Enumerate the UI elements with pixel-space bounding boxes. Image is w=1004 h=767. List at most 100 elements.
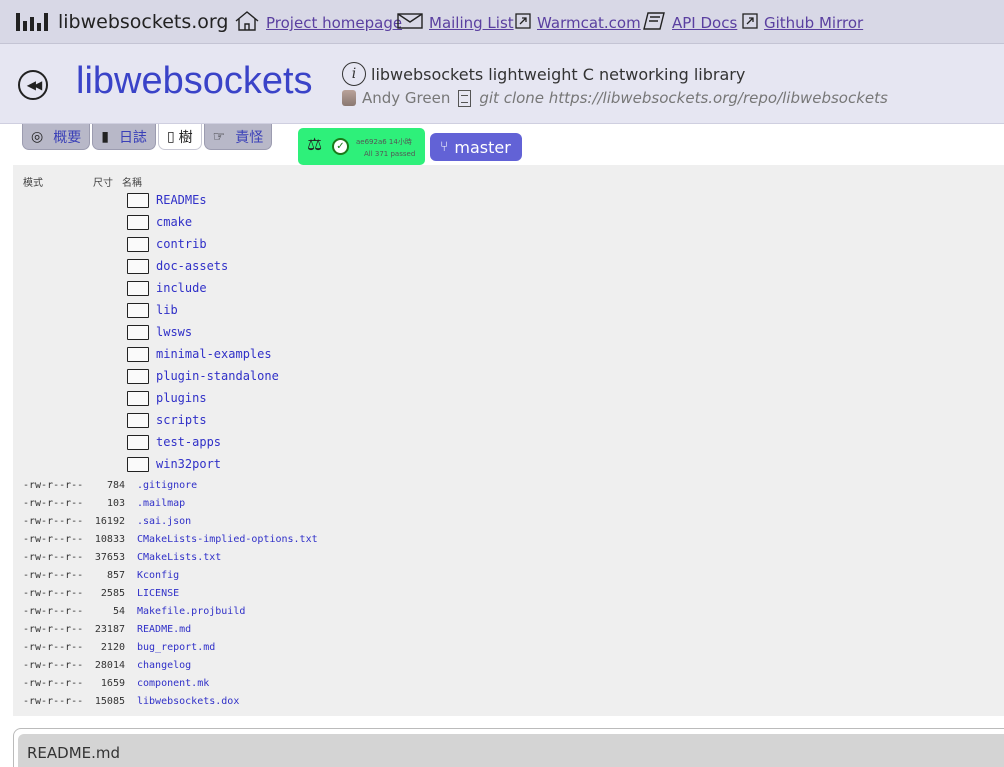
- repo-meta-row: Andy Green git clone https://libwebsocke…: [342, 89, 888, 107]
- column-header-size: 尺寸: [93, 178, 113, 189]
- folder-icon: [127, 368, 149, 384]
- dir-row[interactable]: scripts: [127, 409, 207, 431]
- home-icon: [234, 11, 260, 35]
- file-row: -rw-r--r-- 2120 bug_report.md: [23, 638, 215, 656]
- dir-row[interactable]: win32port: [127, 453, 221, 475]
- file-name[interactable]: component.mk: [137, 678, 209, 689]
- file-row: -rw-r--r-- 15085 libwebsockets.dox: [23, 692, 239, 710]
- dir-row[interactable]: lib: [127, 299, 178, 321]
- file-size: 15085: [94, 695, 125, 707]
- file-row: -rw-r--r-- 28014 changelog: [23, 656, 191, 674]
- column-header-name: 名稱: [122, 178, 142, 189]
- branch-name: master: [454, 137, 511, 157]
- file-size: 857: [106, 569, 125, 581]
- file-mode: -rw-r--r--: [23, 533, 84, 545]
- repo-title[interactable]: libwebsockets: [76, 60, 313, 103]
- dir-name[interactable]: plugin-standalone: [156, 369, 279, 383]
- file-mode: -rw-r--r--: [23, 677, 84, 689]
- dir-row[interactable]: READMEs: [127, 189, 207, 211]
- dir-row[interactable]: lwsws: [127, 321, 192, 343]
- file-name[interactable]: bug_report.md: [137, 642, 215, 653]
- file-row: -rw-r--r-- 10833 CMakeLists-implied-option…: [23, 530, 318, 548]
- dir-name[interactable]: lwsws: [156, 325, 192, 339]
- file-size: 2120: [100, 641, 125, 653]
- dir-name[interactable]: contrib: [156, 237, 207, 251]
- dir-row[interactable]: minimal-examples: [127, 343, 272, 365]
- dir-name[interactable]: scripts: [156, 413, 207, 427]
- file-mode: -rw-r--r--: [23, 587, 84, 599]
- dir-row[interactable]: plugin-standalone: [127, 365, 279, 387]
- tab-blame[interactable]: ☞ 責怪: [203, 124, 273, 150]
- dir-row[interactable]: test-apps: [127, 431, 221, 453]
- file-mode: -rw-r--r--: [23, 479, 84, 491]
- ci-status-badge[interactable]: ⚖ ✓ ae692a6 14小時 All 371 passed: [298, 128, 425, 165]
- file-name[interactable]: README.md: [137, 624, 191, 635]
- tab-log[interactable]: ▮ 日誌: [92, 124, 156, 150]
- dir-name[interactable]: cmake: [156, 215, 192, 229]
- file-row: -rw-r--r-- 37653 CMakeLists.txt: [23, 548, 221, 566]
- tree-icon: ▯: [166, 128, 175, 145]
- nav-link-github-mirror[interactable]: Github Mirror: [742, 12, 863, 34]
- nav-link-warmcat[interactable]: Warmcat.com: [515, 12, 641, 34]
- file-size: 2585: [100, 587, 125, 599]
- dir-name[interactable]: doc-assets: [156, 259, 228, 273]
- dir-row[interactable]: contrib: [127, 233, 207, 255]
- readme-title: README.md: [27, 744, 121, 762]
- file-name[interactable]: Kconfig: [137, 570, 179, 581]
- file-mode: -rw-r--r--: [23, 623, 84, 635]
- dir-name[interactable]: plugins: [156, 391, 207, 405]
- file-name[interactable]: .mailmap: [137, 498, 185, 509]
- dir-name[interactable]: minimal-examples: [156, 347, 272, 361]
- dir-row[interactable]: include: [127, 277, 207, 299]
- site-brand[interactable]: libwebsockets.org: [16, 8, 228, 36]
- file-row: -rw-r--r-- 857 Kconfig: [23, 566, 179, 584]
- branch-selector[interactable]: ⑂ master: [430, 133, 522, 161]
- file-mode: -rw-r--r--: [23, 659, 84, 671]
- envelope-icon: [397, 13, 423, 33]
- dir-name[interactable]: win32port: [156, 457, 221, 471]
- tab-tree[interactable]: ▯ 樹: [157, 124, 202, 150]
- folder-icon: [127, 324, 149, 340]
- nav-link-api-docs[interactable]: API Docs: [642, 12, 737, 34]
- dir-row[interactable]: plugins: [127, 387, 207, 409]
- tab-summary[interactable]: ◎ 概要: [22, 124, 91, 150]
- file-name[interactable]: .gitignore: [137, 480, 197, 491]
- file-name[interactable]: CMakeLists-implied-options.txt: [137, 534, 318, 545]
- log-icon: ▮: [101, 128, 109, 145]
- dir-name[interactable]: READMEs: [156, 193, 207, 207]
- repo-owner: Andy Green: [362, 89, 451, 107]
- dir-name[interactable]: test-apps: [156, 435, 221, 449]
- file-mode: -rw-r--r--: [23, 569, 84, 581]
- ci-result: All 371 passed: [364, 150, 416, 158]
- folder-icon: [127, 236, 149, 252]
- repo-description: libwebsockets lightweight C networking l…: [371, 64, 746, 84]
- folder-icon: [127, 390, 149, 406]
- dir-row[interactable]: cmake: [127, 211, 192, 233]
- blame-icon: ☞: [212, 128, 226, 145]
- dir-row[interactable]: doc-assets: [127, 255, 228, 277]
- rewind-icon[interactable]: ◀◀: [18, 70, 48, 100]
- nav-link-mailing-list[interactable]: Mailing List: [397, 12, 514, 34]
- file-size: 784: [106, 479, 125, 491]
- file-name[interactable]: CMakeLists.txt: [137, 552, 221, 563]
- info-icon: i: [342, 62, 366, 86]
- file-name[interactable]: Makefile.projbuild: [137, 606, 245, 617]
- folder-icon: [127, 456, 149, 472]
- file-mode: -rw-r--r--: [23, 695, 84, 707]
- dir-name[interactable]: include: [156, 281, 207, 295]
- file-name[interactable]: LICENSE: [137, 588, 179, 599]
- readme-panel: README.md: [13, 728, 1004, 767]
- file-size: 23187: [94, 623, 125, 635]
- repo-header: ◀◀ libwebsockets i libwebsockets lightwe…: [0, 44, 1004, 124]
- site-name: libwebsockets.org: [58, 11, 229, 33]
- nav-link-project-homepage[interactable]: Project homepage: [234, 11, 402, 35]
- file-name[interactable]: changelog: [137, 660, 191, 671]
- file-name[interactable]: libwebsockets.dox: [137, 696, 239, 707]
- folder-icon: [127, 412, 149, 428]
- dir-name[interactable]: lib: [156, 303, 178, 317]
- file-size: 16192: [94, 515, 125, 527]
- document-icon: [458, 89, 472, 107]
- top-nav-bar: libwebsockets.org Project homepage Maili…: [0, 0, 1004, 44]
- file-name[interactable]: .sai.json: [137, 516, 191, 527]
- readme-header: README.md: [18, 734, 1004, 767]
